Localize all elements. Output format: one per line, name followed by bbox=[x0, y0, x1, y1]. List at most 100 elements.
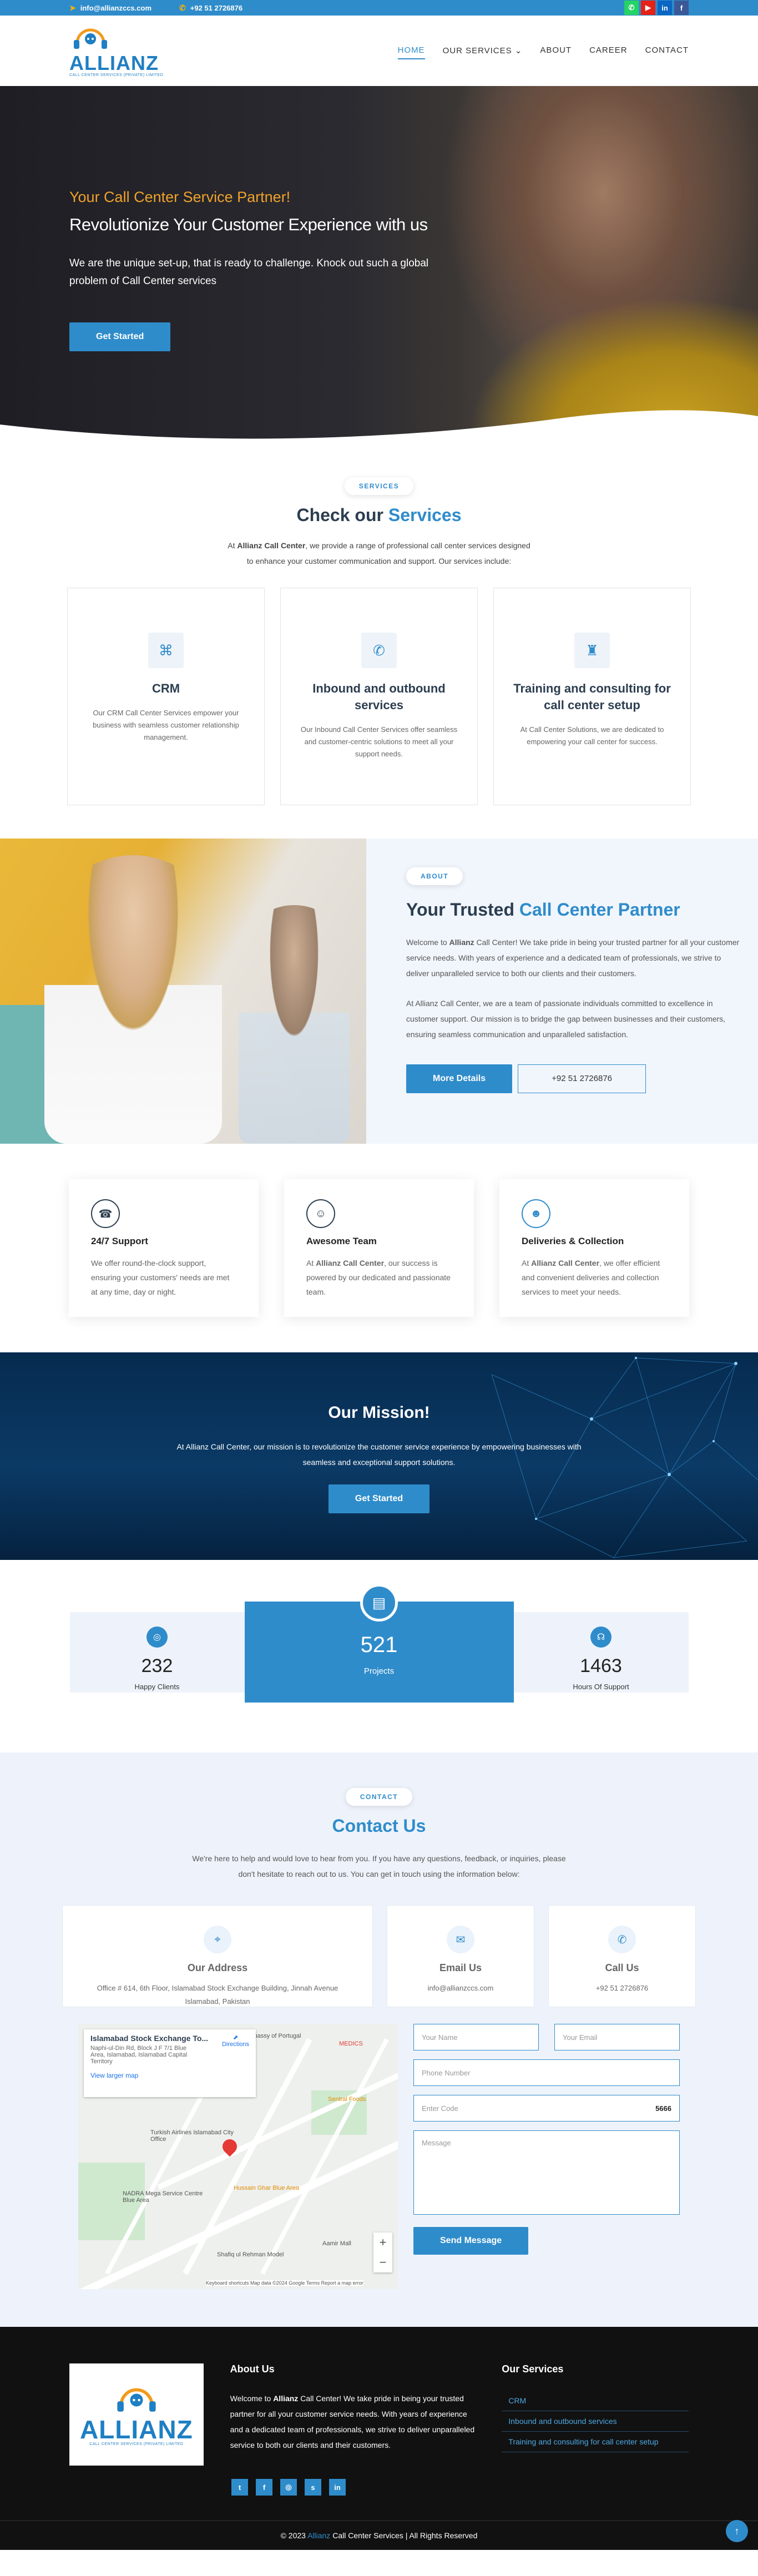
footer-service-link[interactable]: Training and consulting for call center … bbox=[502, 2432, 689, 2452]
facebook-icon[interactable]: f bbox=[256, 2479, 272, 2496]
contact-card-text: Office # 614, 6th Floor, Islamabad Stock… bbox=[97, 1984, 338, 2006]
stats-section: ◎ 232 Happy Clients ▤ 521 Projects ☊ 146… bbox=[0, 1560, 758, 1752]
nav-our-services-label: OUR SERVICES bbox=[442, 46, 512, 55]
feature-text-brand: Allianz Call Center bbox=[316, 1259, 385, 1267]
mission-title: Our Mission! bbox=[328, 1403, 430, 1422]
captcha-code: 5666 bbox=[655, 2104, 671, 2113]
service-card-training[interactable]: ♜ Training and consulting for call cente… bbox=[493, 588, 691, 805]
hero-title: Revolutionize Your Customer Experience w… bbox=[69, 215, 428, 234]
services-title-b: Services bbox=[388, 505, 462, 525]
name-field[interactable]: Your Name bbox=[413, 2024, 539, 2050]
stat-value: 521 bbox=[360, 1633, 398, 1657]
nav-contact[interactable]: CONTACT bbox=[645, 42, 689, 59]
services-title: Check our Services bbox=[0, 505, 758, 526]
facebook-icon[interactable]: f bbox=[674, 1, 689, 15]
service-card-crm[interactable]: ⌘ CRM Our CRM Call Center Services empow… bbox=[67, 588, 265, 805]
service-card-text: At Call Center Solutions, we are dedicat… bbox=[520, 725, 664, 746]
zoom-out-icon[interactable]: − bbox=[373, 2252, 392, 2272]
support-24-7-icon: ☎ bbox=[91, 1199, 120, 1228]
about-p1-brand: Allianz bbox=[449, 938, 474, 947]
footer-service-link[interactable]: CRM bbox=[502, 2391, 689, 2411]
twitter-icon[interactable]: t bbox=[231, 2479, 248, 2496]
map-label: Turkish Airlines Islamabad City Office bbox=[150, 2129, 234, 2143]
contact-card-phone: ✆ Call Us +92 51 2726876 bbox=[548, 1905, 696, 2007]
main-nav: HOME OUR SERVICES ⌄ ABOUT CAREER CONTACT bbox=[397, 42, 689, 59]
map-footer: Keyboard shortcuts Map data ©2024 Google… bbox=[206, 2280, 363, 2286]
contact-card-title: Email Us bbox=[439, 1962, 482, 1973]
logo-wordmark: ALLIANZ bbox=[69, 52, 159, 74]
footer-about-title: About Us bbox=[230, 2363, 275, 2375]
copyright-b: Call Center Services | All Rights Reserv… bbox=[330, 2531, 478, 2540]
features-section: ☎ 24/7 Support We offer round-the-clock … bbox=[0, 1144, 758, 1352]
contact-title-text: Contact Us bbox=[332, 1816, 426, 1836]
about-paragraph-2: At Allianz Call Center, we are a team of… bbox=[406, 999, 726, 1039]
feature-text-a: At bbox=[306, 1259, 316, 1267]
topbar-socials: ✆ ▶ in f bbox=[624, 1, 689, 15]
google-map[interactable]: Embassy of Portugal MEDICS Sentral Foods… bbox=[78, 2024, 398, 2289]
captcha-field[interactable]: Enter Code 5666 bbox=[413, 2095, 680, 2122]
send-message-button[interactable]: Send Message bbox=[413, 2227, 529, 2255]
contact-card-text[interactable]: info@allianzccs.com bbox=[387, 1982, 534, 1995]
nav-about[interactable]: ABOUT bbox=[540, 42, 572, 59]
document-icon: ▤ bbox=[360, 1584, 398, 1622]
service-card-title: CRM bbox=[151, 681, 180, 695]
zoom-in-icon[interactable]: + bbox=[373, 2232, 392, 2252]
photo-foreground-agent bbox=[44, 855, 222, 1144]
headset-logo-icon bbox=[74, 28, 107, 49]
map-directions-button[interactable]: ⬈ Directions bbox=[222, 2034, 249, 2048]
nav-home[interactable]: HOME bbox=[397, 42, 425, 59]
back-to-top-button[interactable]: ↑ bbox=[726, 2520, 748, 2542]
hero-get-started-button[interactable]: Get Started bbox=[69, 322, 171, 351]
message-field[interactable]: Message bbox=[413, 2130, 680, 2215]
footer-logo[interactable]: ALLIANZ CALL CENTER SERVICES (PRIVATE) L… bbox=[69, 2363, 204, 2466]
skype-icon[interactable]: s bbox=[305, 2479, 321, 2496]
services-intro: At Allianz Call Center, we provide a ran… bbox=[224, 538, 534, 569]
map-pin-icon: ⌖ bbox=[204, 1926, 231, 1953]
network-icon: ⌘ bbox=[148, 633, 184, 668]
map-place-address: Naphi-ul-Din Rd, Block J F 7/1 Blue Area… bbox=[90, 2045, 188, 2065]
training-icon: ♜ bbox=[574, 633, 610, 668]
more-details-button[interactable]: More Details bbox=[406, 1064, 513, 1093]
email-field[interactable]: Your Email bbox=[554, 2024, 680, 2050]
copyright-a: © 2023 bbox=[280, 2531, 308, 2540]
mission-get-started-button[interactable]: Get Started bbox=[328, 1484, 430, 1513]
contact-title: Contact Us bbox=[0, 1816, 758, 1836]
phone-field[interactable]: Phone Number bbox=[413, 2059, 680, 2086]
whatsapp-icon[interactable]: ✆ bbox=[624, 1, 639, 15]
site-footer: ALLIANZ CALL CENTER SERVICES (PRIVATE) L… bbox=[0, 2327, 758, 2550]
top-bar: ➤ info@allianzccs.com ✆ +92 51 2726876 ✆… bbox=[0, 0, 758, 16]
map-directions-label: Directions bbox=[222, 2041, 249, 2048]
site-logo[interactable]: ALLIANZ CALL CENTER SERVICES (PRIVATE) L… bbox=[69, 24, 163, 77]
topbar-email[interactable]: ➤ info@allianzccs.com bbox=[69, 3, 151, 13]
youtube-icon[interactable]: ▶ bbox=[641, 1, 655, 15]
stat-happy-clients: ◎ 232 Happy Clients bbox=[69, 1612, 245, 1693]
contact-pill: CONTACT bbox=[345, 1788, 413, 1806]
contact-form: Your Name Your Email Phone Number Enter … bbox=[413, 2024, 680, 2289]
nav-career[interactable]: CAREER bbox=[589, 42, 628, 59]
stat-value: 1463 bbox=[580, 1655, 622, 1676]
directions-icon: ⬈ bbox=[233, 2034, 239, 2041]
contact-card-text[interactable]: +92 51 2726876 bbox=[549, 1982, 695, 1995]
footer-service-link[interactable]: Inbound and outbound services bbox=[502, 2411, 689, 2432]
about-paragraph-1: Welcome to Allianz Call Center! We take … bbox=[406, 935, 745, 981]
footer-about-text: Welcome to Allianz Call Center! We take … bbox=[230, 2391, 478, 2453]
footer-copyright: © 2023 Allianz Call Center Services | Al… bbox=[0, 2521, 758, 2540]
feature-text: At Allianz Call Center, we offer efficie… bbox=[522, 1256, 667, 1299]
feature-title: Awesome Team bbox=[306, 1236, 377, 1246]
nav-our-services[interactable]: OUR SERVICES ⌄ bbox=[443, 42, 523, 59]
map-larger-link[interactable]: View larger map bbox=[90, 2072, 249, 2079]
linkedin-icon[interactable]: in bbox=[658, 1, 672, 15]
photo-background-agent bbox=[239, 905, 350, 1144]
instagram-icon[interactable]: ◎ bbox=[280, 2479, 297, 2496]
about-title-b: Call Center Partner bbox=[519, 900, 680, 920]
contact-card-email: ✉ Email Us info@allianzccs.com bbox=[387, 1905, 534, 2007]
service-card-inbound-outbound[interactable]: ✆ Inbound and outbound services Our Inbo… bbox=[280, 588, 478, 805]
linkedin-icon[interactable]: in bbox=[329, 2479, 346, 2496]
headset-logo-icon bbox=[117, 2388, 156, 2412]
call-phone-button[interactable]: +92 51 2726876 bbox=[518, 1064, 646, 1093]
footer-about-brand: Allianz bbox=[273, 2394, 299, 2403]
topbar-phone[interactable]: ✆ +92 51 2726876 bbox=[179, 3, 242, 13]
map-label: Aamir Mall bbox=[322, 2240, 351, 2247]
service-card-title: Training and consulting for call center … bbox=[513, 681, 671, 712]
footer-services: Our Services CRM Inbound and outbound se… bbox=[502, 2363, 689, 2466]
